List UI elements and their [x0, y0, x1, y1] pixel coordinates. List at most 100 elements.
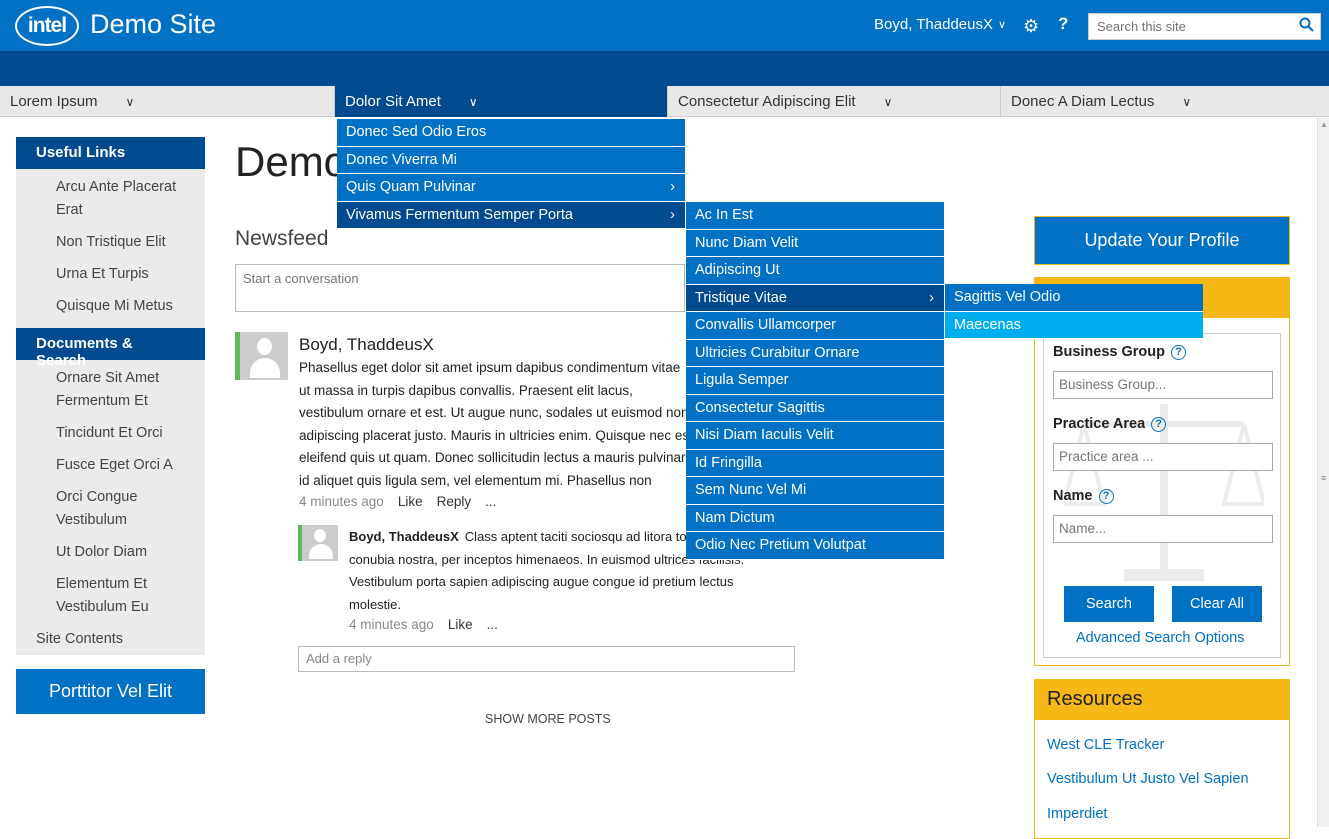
- item-label: Ligula Semper: [695, 372, 789, 389]
- help-icon[interactable]: ?: [1171, 344, 1186, 360]
- business-group-label: Business Group?: [1053, 344, 1186, 360]
- sidebar-link[interactable]: Non Tristique Elit: [16, 228, 205, 260]
- search-icon[interactable]: [1299, 17, 1314, 36]
- post-body: Phasellus eget dolor sit amet ipsum dapi…: [299, 360, 693, 488]
- sidebar-link[interactable]: Arcu Ante Placerat Erat: [16, 173, 205, 228]
- item-label: Maecenas: [954, 316, 1021, 333]
- avatar[interactable]: [235, 332, 288, 380]
- advanced-search-link[interactable]: Advanced Search Options: [1076, 630, 1244, 646]
- sidebar-link[interactable]: Fusce Eget Orci A: [16, 451, 205, 483]
- name-input[interactable]: Name...: [1053, 515, 1273, 543]
- add-reply-input[interactable]: Add a reply: [298, 646, 795, 672]
- resource-link[interactable]: West CLE Tracker: [1047, 737, 1164, 753]
- resource-link[interactable]: Vestibulum Ut Justo Vel Sapien: [1047, 771, 1249, 787]
- item-label: Vivamus Fermentum Semper Porta: [346, 206, 573, 223]
- practice-area-input[interactable]: Practice area ...: [1053, 443, 1273, 471]
- nav-label: Dolor Sit Amet: [345, 93, 441, 110]
- label-text: Business Group: [1053, 344, 1165, 360]
- resource-link[interactable]: Imperdiet: [1047, 806, 1107, 822]
- dropdown-item[interactable]: Quis Quam Pulvinar ›: [337, 174, 685, 202]
- dropdown-item[interactable]: Odio Nec Pretium Volutpat: [686, 532, 944, 560]
- business-group-input[interactable]: Business Group...: [1053, 371, 1273, 399]
- label-text: Name: [1053, 488, 1093, 504]
- chevron-right-icon: ›: [670, 206, 675, 223]
- chevron-right-icon: ›: [670, 179, 675, 196]
- sidebar-link[interactable]: Quisque Mi Metus: [16, 292, 205, 324]
- dropdown-item[interactable]: Nunc Diam Velit: [686, 230, 944, 257]
- top-header: intel Demo Site Boyd, ThaddeusX ∨ ⚙ ?: [0, 0, 1329, 51]
- avatar[interactable]: [298, 525, 338, 561]
- dropdown-item[interactable]: Ac In Est: [686, 202, 944, 230]
- dropdown-item[interactable]: Tristique Vitae ›: [686, 284, 944, 312]
- dropdown-item[interactable]: Maecenas: [945, 311, 1203, 339]
- nav-item-donec-a-diam[interactable]: Donec A Diam Lectus ∨: [1001, 86, 1317, 117]
- start-conversation-input[interactable]: Start a conversation: [235, 264, 685, 312]
- dropdown-item[interactable]: Nam Dictum: [686, 505, 944, 532]
- dropdown-menu-level1: Donec Sed Odio Eros Donec Viverra Mi Qui…: [337, 119, 685, 229]
- item-label: Nam Dictum: [695, 509, 775, 526]
- chevron-down-icon: ∨: [997, 19, 1007, 31]
- nav-item-lorem-ipsum[interactable]: Lorem Ipsum ∨: [0, 86, 335, 117]
- post-author[interactable]: Boyd, ThaddeusX: [299, 335, 434, 355]
- site-title[interactable]: Demo Site: [90, 9, 216, 40]
- dropdown-item[interactable]: Ligula Semper: [686, 367, 944, 395]
- clear-all-button[interactable]: Clear All: [1172, 586, 1262, 622]
- item-label: Sem Nunc Vel Mi: [695, 482, 807, 499]
- dropdown-item[interactable]: Convallis Ullamcorper: [686, 312, 944, 340]
- more-button[interactable]: ...: [485, 494, 496, 509]
- search-input[interactable]: [1089, 14, 1289, 39]
- show-more-posts-button[interactable]: SHOW MORE POSTS: [485, 712, 611, 726]
- dropdown-item[interactable]: Id Fringilla: [686, 450, 944, 477]
- practice-area-label: Practice Area?: [1053, 416, 1167, 432]
- gear-icon[interactable]: ⚙: [1023, 16, 1039, 37]
- scroll-up-icon[interactable]: ▲: [1320, 120, 1328, 129]
- help-icon[interactable]: ?: [1098, 488, 1114, 504]
- nav-item-dolor-sit-amet[interactable]: Dolor Sit Amet ∨: [335, 86, 668, 117]
- dropdown-item[interactable]: Ultricies Curabitur Ornare: [686, 340, 944, 367]
- reply-actions: 4 minutes ago Like ...: [349, 617, 498, 632]
- dropdown-menu-level2: Ac In Est Nunc Diam Velit Adipiscing Ut …: [686, 202, 944, 560]
- intel-logo[interactable]: intel: [15, 6, 79, 46]
- chevron-down-icon: ∨: [125, 94, 135, 109]
- dropdown-item[interactable]: Sagittis Vel Odio: [945, 284, 1203, 312]
- dropdown-item[interactable]: Consectetur Sagittis: [686, 395, 944, 422]
- dropdown-item[interactable]: Adipiscing Ut: [686, 257, 944, 285]
- more-button[interactable]: ...: [487, 617, 498, 632]
- sidebar-link[interactable]: Urna Et Turpis: [16, 260, 205, 292]
- dropdown-item[interactable]: Donec Viverra Mi: [337, 147, 685, 174]
- page-scrollbar[interactable]: ▲ ≡: [1317, 118, 1329, 827]
- reply-author[interactable]: Boyd, ThaddeusX: [349, 529, 459, 544]
- resources-panel: Resources West CLE Tracker Vestibulum Ut…: [1034, 679, 1290, 839]
- site-search: [1088, 13, 1321, 40]
- sidebar-link[interactable]: Ut Dolor Diam: [16, 538, 205, 570]
- sidebar-link[interactable]: Elementum Et Vestibulum Eu: [16, 570, 205, 625]
- update-profile-button[interactable]: Update Your Profile: [1034, 216, 1290, 265]
- item-label: Id Fringilla: [695, 454, 762, 471]
- item-label: Ac In Est: [695, 207, 754, 224]
- item-label: Consectetur Sagittis: [695, 399, 825, 416]
- reply-time: 4 minutes ago: [349, 617, 434, 632]
- person-icon: [309, 529, 333, 559]
- user-menu[interactable]: Boyd, ThaddeusX ∨: [874, 16, 1006, 33]
- sidebar-link[interactable]: Ornare Sit Amet Fermentum Et: [16, 364, 205, 419]
- user-name: Boyd, ThaddeusX: [874, 16, 993, 33]
- like-button[interactable]: Like: [398, 494, 423, 509]
- reply-button[interactable]: Reply: [437, 494, 472, 509]
- dropdown-item[interactable]: Donec Sed Odio Eros: [337, 119, 685, 147]
- sidebar-link[interactable]: Orci Congue Vestibulum: [16, 483, 205, 538]
- like-button[interactable]: Like: [448, 617, 473, 632]
- item-label: Convallis Ullamcorper: [695, 317, 837, 334]
- porttitor-button[interactable]: Porttitor Vel Elit: [16, 669, 205, 714]
- item-label: Nunc Diam Velit: [695, 234, 799, 251]
- post-time: 4 minutes ago: [299, 494, 384, 509]
- dropdown-item[interactable]: Nisi Diam Iaculis Velit: [686, 422, 944, 450]
- sidebar-link[interactable]: Tincidunt Et Orci: [16, 419, 205, 451]
- dropdown-item[interactable]: Vivamus Fermentum Semper Porta ›: [337, 201, 685, 229]
- help-icon[interactable]: ?: [1058, 14, 1068, 34]
- help-icon[interactable]: ?: [1151, 416, 1167, 432]
- site-contents-link[interactable]: Site Contents: [16, 629, 205, 655]
- newsfeed-heading: Newsfeed: [235, 227, 329, 250]
- dropdown-item[interactable]: Sem Nunc Vel Mi: [686, 477, 944, 505]
- search-button[interactable]: Search: [1064, 586, 1154, 622]
- nav-item-consectetur[interactable]: Consectetur Adipiscing Elit ∨: [668, 86, 1001, 117]
